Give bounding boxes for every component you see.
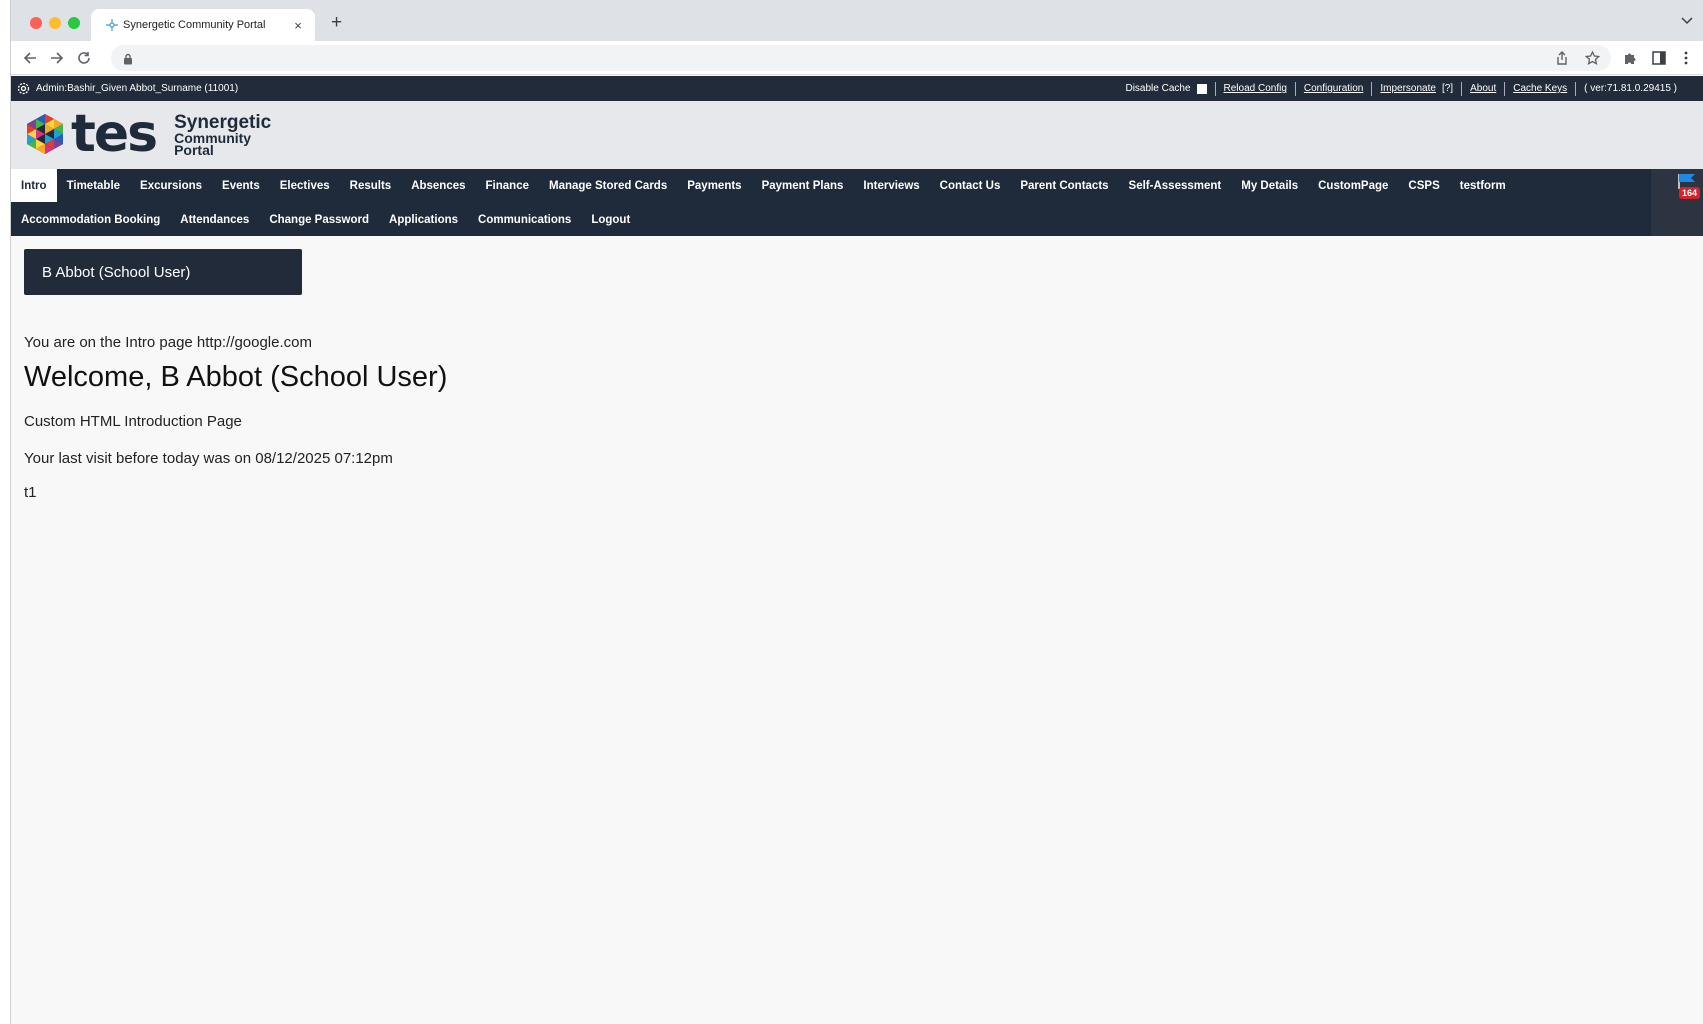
nav-row-1: Intro Timetable Excursions Events Electi… xyxy=(11,169,1516,202)
browser-tab[interactable]: Synergetic Community Portal × xyxy=(91,9,315,41)
tab-search-chevron-icon[interactable] xyxy=(1681,14,1693,28)
maximize-window-button[interactable] xyxy=(68,17,80,29)
nav-item-absences[interactable]: Absences xyxy=(401,169,475,202)
custom-intro-text: Custom HTML Introduction Page xyxy=(24,413,242,430)
side-panel-icon[interactable] xyxy=(1650,49,1668,67)
nav-item-attendances[interactable]: Attendances xyxy=(170,203,259,236)
user-banner: B Abbot (School User) xyxy=(24,249,302,295)
lock-icon[interactable] xyxy=(123,52,133,70)
portal-name: Synergetic Community Portal xyxy=(174,111,272,158)
admin-bar: Admin:Bashir_Given Abbot_Surname (11001)… xyxy=(11,76,1703,101)
nav-item-self-assessment[interactable]: Self-Assessment xyxy=(1119,169,1232,202)
nav-item-intro[interactable]: Intro xyxy=(11,169,57,202)
new-tab-button[interactable]: + xyxy=(331,13,342,33)
nav-item-accommodation-booking[interactable]: Accommodation Booking xyxy=(11,203,170,236)
impersonate-help[interactable]: [?] xyxy=(1442,83,1453,94)
main-nav: Intro Timetable Excursions Events Electi… xyxy=(11,169,1703,236)
main-content: B Abbot (School User) You are on the Int… xyxy=(11,236,1703,1024)
nav-item-parent-contacts[interactable]: Parent Contacts xyxy=(1010,169,1118,202)
share-icon[interactable] xyxy=(1553,49,1571,67)
configuration-link[interactable]: Configuration xyxy=(1304,83,1363,94)
bookmark-star-icon[interactable] xyxy=(1583,49,1601,67)
nav-item-electives[interactable]: Electives xyxy=(270,169,340,202)
minimize-window-button[interactable] xyxy=(49,17,61,29)
nav-item-my-details[interactable]: My Details xyxy=(1231,169,1308,202)
nav-item-payment-plans[interactable]: Payment Plans xyxy=(752,169,854,202)
back-arrow-icon[interactable] xyxy=(21,49,39,67)
portal-header: tes Synergetic Community Portal xyxy=(11,101,1703,169)
nav-row-2: Accommodation Booking Attendances Change… xyxy=(11,203,640,236)
reload-icon[interactable] xyxy=(75,49,93,67)
tes-wordmark: tes xyxy=(71,104,158,164)
nav-item-csps[interactable]: CSPS xyxy=(1398,169,1449,202)
forward-arrow-icon[interactable] xyxy=(48,49,66,67)
t1-text: t1 xyxy=(24,484,37,501)
intro-text: You are on the Intro page http://google.… xyxy=(24,334,312,351)
disable-cache-checkbox[interactable] xyxy=(1196,83,1207,94)
disable-cache-label: Disable Cache xyxy=(1125,83,1191,94)
favicon-icon xyxy=(105,19,118,32)
nav-item-interviews[interactable]: Interviews xyxy=(853,169,929,202)
version-label: ( ver:71.81.0.29415 ) xyxy=(1584,83,1677,94)
tes-logo[interactable]: tes Synergetic Community Portal xyxy=(23,104,272,164)
gear-icon[interactable] xyxy=(17,82,30,95)
cache-keys-link[interactable]: Cache Keys xyxy=(1513,83,1567,94)
welcome-heading: Welcome, B Abbot (School User) xyxy=(24,361,448,393)
nav-item-applications[interactable]: Applications xyxy=(379,203,468,236)
nav-item-payments[interactable]: Payments xyxy=(677,169,751,202)
nav-item-custompage[interactable]: CustomPage xyxy=(1308,169,1398,202)
notification-count-badge: 164 xyxy=(1679,187,1701,199)
browser-toolbar xyxy=(11,41,1703,75)
tab-close-icon[interactable]: × xyxy=(291,18,305,33)
nav-item-events[interactable]: Events xyxy=(212,169,270,202)
nav-item-results[interactable]: Results xyxy=(340,169,402,202)
kebab-menu-icon[interactable] xyxy=(1677,49,1695,67)
nav-item-contact-us[interactable]: Contact Us xyxy=(930,169,1011,202)
tab-bar: Synergetic Community Portal × + xyxy=(11,0,1703,41)
address-bar[interactable] xyxy=(111,45,1611,71)
last-visit-text: Your last visit before today was on 08/1… xyxy=(24,450,393,467)
close-window-button[interactable] xyxy=(30,17,42,29)
nav-item-change-password[interactable]: Change Password xyxy=(259,203,379,236)
tab-title: Synergetic Community Portal xyxy=(123,19,266,31)
notifications-flag[interactable]: 164 xyxy=(1651,169,1703,236)
nav-item-timetable[interactable]: Timetable xyxy=(57,169,130,202)
admin-user-label: Admin:Bashir_Given Abbot_Surname (11001) xyxy=(36,83,239,94)
nav-item-testform[interactable]: testform xyxy=(1450,169,1516,202)
reload-config-link[interactable]: Reload Config xyxy=(1224,83,1287,94)
about-link[interactable]: About xyxy=(1470,83,1496,94)
nav-item-finance[interactable]: Finance xyxy=(476,169,539,202)
nav-item-manage-stored-cards[interactable]: Manage Stored Cards xyxy=(539,169,677,202)
tes-logo-mark-icon xyxy=(27,114,63,154)
nav-item-communications[interactable]: Communications xyxy=(468,203,581,236)
nav-item-excursions[interactable]: Excursions xyxy=(130,169,212,202)
browser-window: Synergetic Community Portal × + Admin:Ba… xyxy=(10,0,1703,1024)
nav-item-logout[interactable]: Logout xyxy=(581,203,640,236)
impersonate-link[interactable]: Impersonate xyxy=(1380,83,1436,94)
extensions-puzzle-icon[interactable] xyxy=(1621,49,1639,67)
